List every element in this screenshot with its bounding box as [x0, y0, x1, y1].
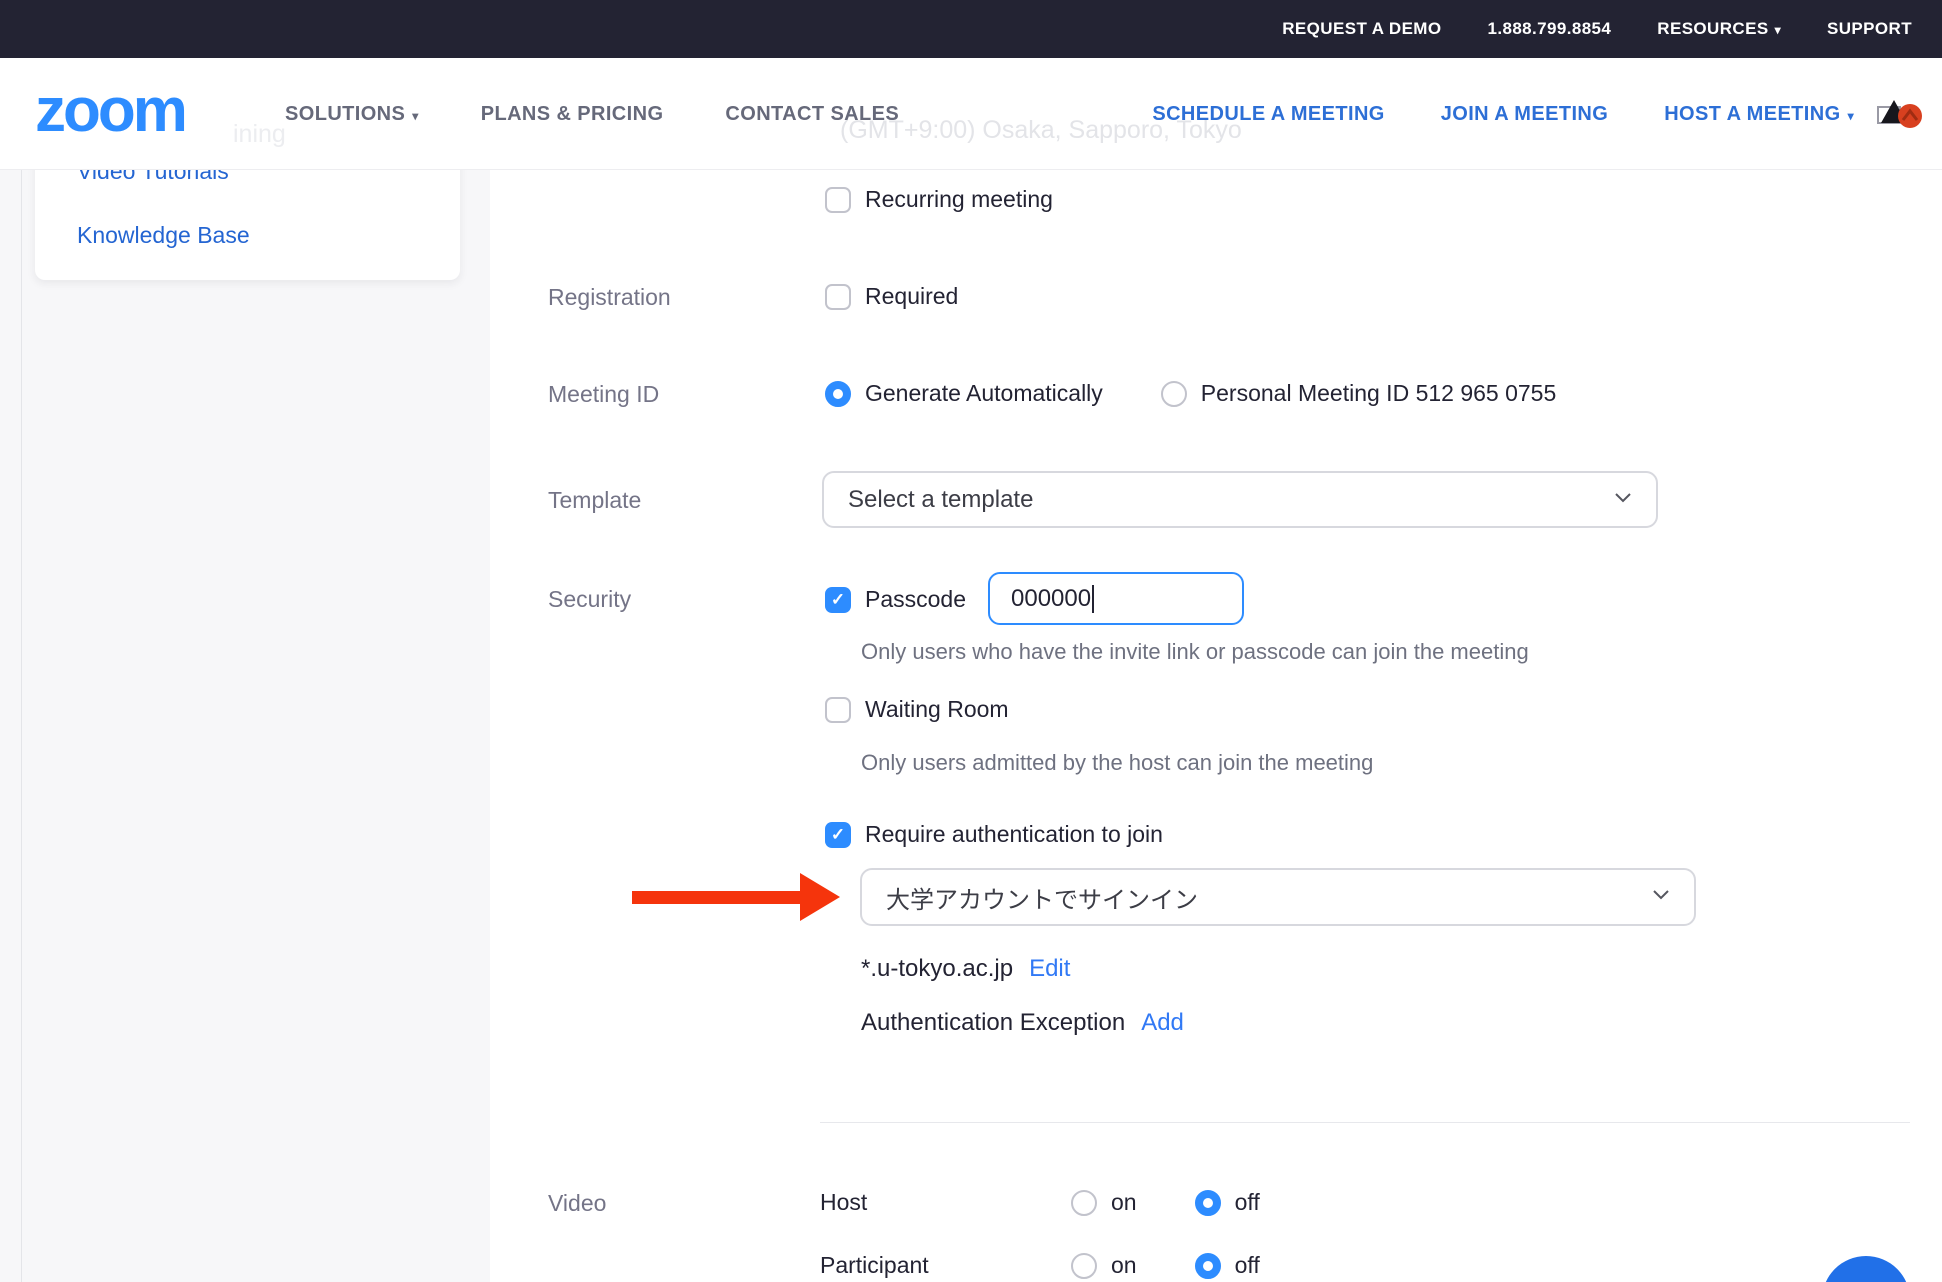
- template-select-value: Select a template: [848, 486, 1033, 514]
- section-divider: [820, 1122, 1910, 1123]
- check-icon: ✓: [831, 825, 845, 845]
- meeting-id-options-row: Generate Automatically Personal Meeting …: [825, 380, 1556, 407]
- participant-video-on-radio[interactable]: [1071, 1253, 1097, 1279]
- support-link[interactable]: SUPPORT: [1827, 19, 1912, 39]
- passcode-label[interactable]: Passcode: [865, 586, 966, 613]
- registration-required-label[interactable]: Required: [865, 283, 958, 310]
- waiting-room-helper-text: Only users admitted by the host can join…: [861, 750, 1373, 776]
- video-participant-label: Participant: [820, 1252, 1057, 1279]
- page-background-column: [0, 170, 490, 1282]
- generate-automatically-label[interactable]: Generate Automatically: [865, 380, 1103, 407]
- registration-row: Required: [825, 283, 958, 310]
- edit-domain-link[interactable]: Edit: [1029, 955, 1070, 983]
- waiting-room-checkbox[interactable]: [825, 697, 851, 723]
- participant-video-off-label[interactable]: off: [1235, 1252, 1260, 1279]
- passcode-helper-text: Only users who have the invite link or p…: [861, 639, 1529, 665]
- host-video-off-radio[interactable]: [1195, 1190, 1221, 1216]
- ghost-text-partial: ining: [233, 120, 286, 149]
- auth-exception-label: Authentication Exception: [861, 1009, 1125, 1037]
- auth-method-select[interactable]: 大学アカウントでサインイン: [860, 868, 1696, 926]
- nav-plans-pricing[interactable]: PLANS & PRICING: [481, 103, 664, 126]
- add-exception-link[interactable]: Add: [1141, 1009, 1184, 1037]
- template-select[interactable]: Select a template: [822, 471, 1658, 528]
- utility-topbar: REQUEST A DEMO 1.888.799.8854 RESOURCES▾…: [0, 0, 1942, 58]
- participant-video-off-group: off: [1195, 1252, 1260, 1279]
- passcode-row: ✓ Passcode: [825, 586, 966, 613]
- passcode-input[interactable]: 000000: [988, 572, 1244, 625]
- host-video-off-group: off: [1195, 1189, 1260, 1216]
- help-chat-button[interactable]: [1822, 1256, 1910, 1282]
- video-participant-row: Participant on off: [820, 1252, 1260, 1279]
- waiting-room-label[interactable]: Waiting Room: [865, 696, 1009, 723]
- sidebar-item-knowledge-base[interactable]: Knowledge Base: [77, 222, 250, 249]
- personal-meeting-id-group: Personal Meeting ID 512 965 0755: [1161, 380, 1556, 407]
- require-auth-label[interactable]: Require authentication to join: [865, 821, 1163, 848]
- request-demo-link[interactable]: REQUEST A DEMO: [1282, 19, 1441, 39]
- recurring-meeting-checkbox[interactable]: [825, 187, 851, 213]
- participant-video-on-label[interactable]: on: [1111, 1252, 1137, 1279]
- auth-domain-value: *.u-tokyo.ac.jp: [861, 955, 1013, 983]
- template-label: Template: [548, 487, 641, 514]
- nav-host-meeting[interactable]: HOST A MEETING▾: [1664, 103, 1854, 126]
- annotation-arrow-head: [800, 873, 840, 921]
- host-video-on-label[interactable]: on: [1111, 1189, 1137, 1216]
- caret-down-icon: ▾: [412, 109, 418, 123]
- passcode-checkbox[interactable]: ✓: [825, 587, 851, 613]
- caret-down-icon: ▾: [1848, 109, 1854, 123]
- auth-method-value: 大学アカウントでサインイン: [886, 880, 1198, 915]
- recurring-meeting-label[interactable]: Recurring meeting: [865, 186, 1053, 213]
- check-icon: ✓: [831, 590, 845, 610]
- main-navbar: ining (GMT+9:00) Osaka, Sapporo, Tokyo z…: [0, 58, 1942, 170]
- chevron-down-icon: [1652, 888, 1670, 906]
- waiting-room-row: Waiting Room: [825, 696, 1009, 723]
- host-video-on-radio[interactable]: [1071, 1190, 1097, 1216]
- phone-number-link[interactable]: 1.888.799.8854: [1488, 19, 1612, 39]
- personal-meeting-id-label[interactable]: Personal Meeting ID 512 965 0755: [1201, 380, 1556, 407]
- require-auth-row: ✓ Require authentication to join: [825, 821, 1163, 848]
- annotation-arrow: [632, 891, 804, 904]
- caret-down-icon: ▾: [1775, 23, 1781, 37]
- nav-join-meeting[interactable]: JOIN A MEETING: [1441, 103, 1608, 126]
- registration-label: Registration: [548, 284, 671, 311]
- participant-video-off-radio[interactable]: [1195, 1253, 1221, 1279]
- personal-meeting-id-radio[interactable]: [1161, 381, 1187, 407]
- security-label: Security: [548, 586, 631, 613]
- nav-right-group: SCHEDULE A MEETING JOIN A MEETING HOST A…: [1152, 58, 1854, 170]
- auth-domain-row: *.u-tokyo.ac.jp Edit: [861, 955, 1070, 983]
- registration-required-checkbox[interactable]: [825, 284, 851, 310]
- nav-left-group: SOLUTIONS▾ PLANS & PRICING CONTACT SALES: [285, 58, 899, 170]
- zoom-logo[interactable]: zoom: [35, 76, 185, 146]
- text-cursor: [1092, 585, 1094, 613]
- auth-exception-row: Authentication Exception Add: [861, 1009, 1184, 1037]
- recurring-meeting-row: Recurring meeting: [825, 186, 1053, 213]
- left-edge-line: [21, 170, 22, 1282]
- passcode-value: 000000: [1011, 585, 1091, 613]
- profile-avatar[interactable]: [1877, 98, 1923, 131]
- nav-schedule-meeting[interactable]: SCHEDULE A MEETING: [1152, 103, 1384, 126]
- meeting-id-label: Meeting ID: [548, 381, 659, 408]
- nav-contact-sales[interactable]: CONTACT SALES: [725, 103, 899, 126]
- host-video-off-label[interactable]: off: [1235, 1189, 1260, 1216]
- video-label: Video: [548, 1190, 606, 1217]
- nav-solutions[interactable]: SOLUTIONS▾: [285, 103, 419, 126]
- video-host-label: Host: [820, 1189, 1057, 1216]
- require-auth-checkbox[interactable]: ✓: [825, 822, 851, 848]
- zoom-schedule-meeting-page: Video Tutorials Knowledge Base Recurring…: [0, 0, 1942, 1282]
- video-host-row: Host on off: [820, 1189, 1260, 1216]
- generate-automatically-radio[interactable]: [825, 381, 851, 407]
- resources-menu[interactable]: RESOURCES▾: [1657, 19, 1781, 39]
- chevron-down-icon: [1614, 491, 1632, 509]
